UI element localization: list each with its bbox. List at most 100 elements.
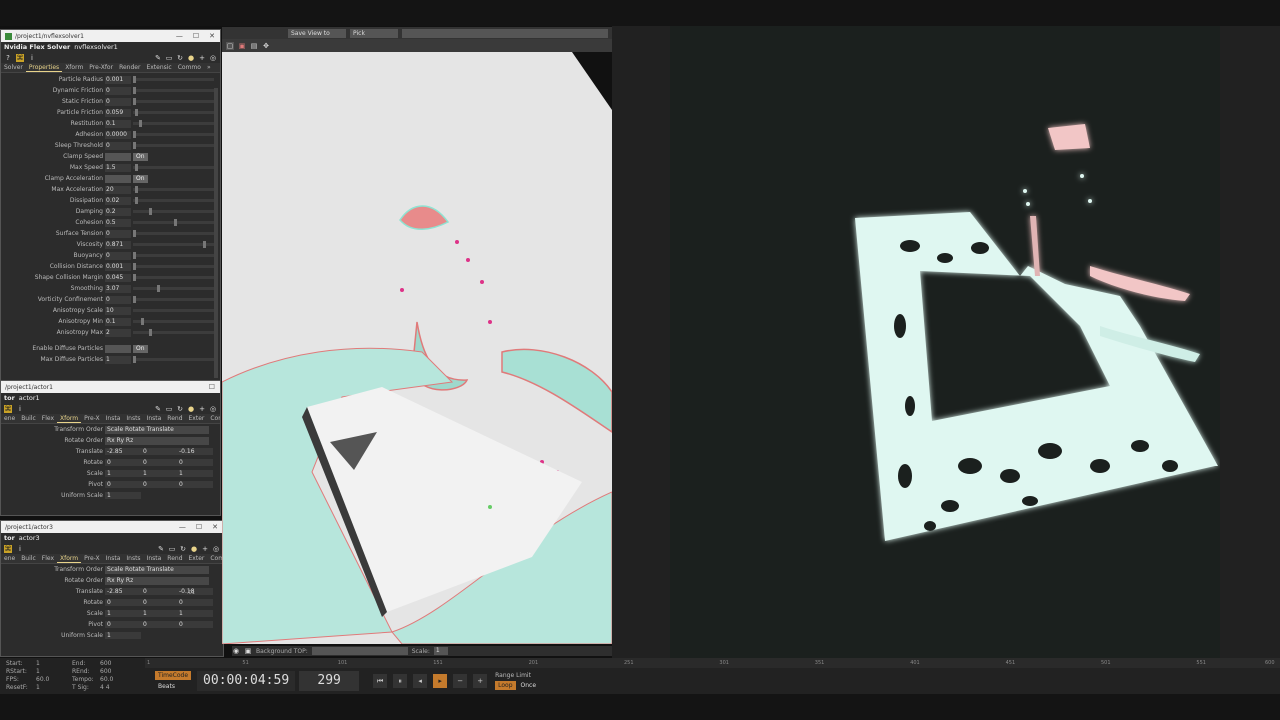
param-slider[interactable] xyxy=(133,230,214,237)
slider-handle[interactable] xyxy=(139,120,143,127)
save-view-dropdown[interactable]: Save View to xyxy=(288,28,346,38)
slider-handle[interactable] xyxy=(133,131,136,138)
close-icon[interactable]: ✕ xyxy=(209,32,215,40)
param-toggle-label[interactable]: On xyxy=(133,344,148,353)
param-slider[interactable] xyxy=(133,164,214,171)
bulb-icon[interactable]: ● xyxy=(187,54,195,62)
maximize-icon[interactable]: ☐ xyxy=(196,523,202,531)
param-slider[interactable] xyxy=(133,252,214,259)
toolbar-field[interactable] xyxy=(402,28,608,38)
param-slider[interactable] xyxy=(133,131,214,138)
param-slider[interactable] xyxy=(133,274,214,281)
loop-toggle[interactable]: Loop xyxy=(495,681,516,690)
window-titlebar[interactable]: /project1/actor1 ☐ xyxy=(1,381,220,393)
add-icon[interactable]: + xyxy=(198,54,206,62)
add-icon[interactable]: + xyxy=(198,405,206,413)
param-value-field[interactable]: 1 xyxy=(177,610,213,617)
param-toggle[interactable] xyxy=(105,152,131,161)
param-value-field[interactable]: 2 xyxy=(105,328,131,337)
timeline-info-value[interactable]: 60.0 xyxy=(36,676,49,683)
add-icon[interactable]: + xyxy=(201,545,209,553)
param-slider[interactable] xyxy=(133,307,217,314)
param-value-field[interactable]: 20 xyxy=(105,185,131,194)
param-slider[interactable] xyxy=(133,142,214,149)
param-slider[interactable] xyxy=(133,285,214,292)
param-value-field[interactable]: 0.1 xyxy=(105,119,131,128)
move-icon[interactable]: ✥ xyxy=(262,42,270,50)
timeline-ruler[interactable]: 1 51 101 151 201 251 301 351 401 451 501 551 600 xyxy=(145,658,1280,668)
timeline-info-value[interactable]: 1 xyxy=(36,660,40,667)
timeline-info-value[interactable]: 1 xyxy=(36,684,40,691)
info-icon[interactable]: i xyxy=(28,54,36,62)
param-value-field[interactable]: 0.045 xyxy=(105,273,131,282)
transform-order-menu[interactable]: Scale Rotate Translate xyxy=(105,565,209,574)
param-value-field[interactable]: 0 xyxy=(141,481,177,488)
tab-builc[interactable]: Builc xyxy=(18,554,39,563)
grid-icon[interactable]: ▤ xyxy=(250,42,258,50)
slider-handle[interactable] xyxy=(173,219,177,226)
param-value-field[interactable]: 3.07 xyxy=(105,284,131,293)
param-slider[interactable] xyxy=(133,241,214,248)
param-value-field[interactable]: 0 xyxy=(105,621,141,628)
slider-handle[interactable] xyxy=(133,263,136,270)
param-value-field[interactable]: 1 xyxy=(177,470,213,477)
param-value-field[interactable]: 0.0000 xyxy=(105,130,131,139)
param-value-field[interactable]: 0 xyxy=(141,588,177,595)
bulb-icon[interactable]: ● xyxy=(190,545,198,553)
op-name[interactable]: nvflexsolver1 xyxy=(74,43,118,51)
once-toggle[interactable]: Once xyxy=(518,681,540,690)
param-slider[interactable] xyxy=(133,98,214,105)
param-value-field[interactable]: 0 xyxy=(105,295,131,304)
param-value-field[interactable]: -2.85 xyxy=(105,588,141,595)
param-value-field[interactable]: 1 xyxy=(105,632,141,639)
param-value-field[interactable]: 0 xyxy=(141,621,177,628)
slider-handle[interactable] xyxy=(135,109,139,116)
rotate-order-menu[interactable]: Rx Ry Rz xyxy=(105,576,209,585)
settings-icon[interactable]: ◎ xyxy=(212,545,220,553)
tab-properties[interactable]: Properties xyxy=(25,63,63,72)
tab-xform[interactable]: Xform xyxy=(62,63,86,72)
tab-insts[interactable]: Insts xyxy=(123,414,143,423)
tab-insta[interactable]: Insta xyxy=(103,554,124,563)
tab-insta[interactable]: Insta xyxy=(144,554,165,563)
display-icon[interactable]: ▣ xyxy=(238,42,246,50)
wrench-icon[interactable]: ✎ xyxy=(157,545,165,553)
slider-handle[interactable] xyxy=(157,285,161,292)
camera-icon[interactable]: ▣ xyxy=(244,647,252,655)
param-slider[interactable] xyxy=(133,76,214,83)
param-slider[interactable] xyxy=(133,263,214,270)
param-slider[interactable] xyxy=(133,356,214,363)
more-tabs-icon[interactable]: » xyxy=(204,63,214,72)
param-slider[interactable] xyxy=(133,197,214,204)
info-icon[interactable]: i xyxy=(16,405,24,413)
param-value-field[interactable]: 1 xyxy=(105,610,141,617)
plus-icon[interactable]: + xyxy=(473,674,488,688)
slider-handle[interactable] xyxy=(133,142,136,149)
minimize-icon[interactable]: — xyxy=(179,523,186,531)
tab-insts[interactable]: Insts xyxy=(123,554,143,563)
param-value-field[interactable]: 0.001 xyxy=(105,262,131,271)
param-value-field[interactable]: 0.5 xyxy=(105,218,131,227)
tab-commo[interactable]: Commo xyxy=(175,63,204,72)
slider-handle[interactable] xyxy=(134,164,138,171)
slider-handle[interactable] xyxy=(133,87,136,94)
pin-icon[interactable]: ◉ xyxy=(232,647,240,655)
tab-pre-xfor[interactable]: Pre-Xfor xyxy=(86,63,116,72)
tab-pre-x[interactable]: Pre-X xyxy=(81,554,103,563)
slider-handle[interactable] xyxy=(149,208,153,215)
param-value-field[interactable]: 1 xyxy=(105,470,141,477)
step-back-icon[interactable]: ◂ xyxy=(413,674,428,688)
background-top-field[interactable] xyxy=(311,647,408,655)
slider-handle[interactable] xyxy=(133,230,136,237)
tab-ene[interactable]: ene xyxy=(1,554,18,563)
wire-icon[interactable]: ↻ xyxy=(176,405,184,413)
tab-render[interactable]: Render xyxy=(116,63,143,72)
tab-flex[interactable]: Flex xyxy=(39,554,57,563)
op-name[interactable]: actor1 xyxy=(19,394,40,402)
param-value-field[interactable]: 0 xyxy=(105,481,141,488)
param-slider[interactable] xyxy=(133,219,214,226)
param-value-field[interactable]: 0 xyxy=(141,459,177,466)
python-icon[interactable]: ⌘ xyxy=(4,404,12,413)
slider-handle[interactable] xyxy=(134,186,138,193)
timecode-toggle[interactable]: TimeCode xyxy=(155,671,192,680)
